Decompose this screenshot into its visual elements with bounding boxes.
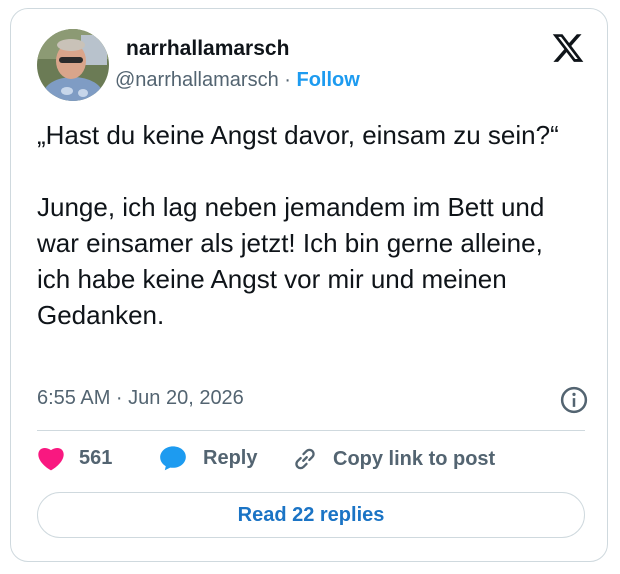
separator-dot: · xyxy=(284,69,291,91)
read-replies-button[interactable]: Read 22 replies xyxy=(37,492,585,538)
divider xyxy=(37,430,585,431)
speech-bubble-icon xyxy=(160,446,186,471)
avatar-image xyxy=(37,29,109,101)
like-count: 561 xyxy=(79,446,113,469)
copy-link-button[interactable]: Copy link to post xyxy=(291,445,495,473)
tweet-card: narrhallamarsch @narrhallamarsch · Follo… xyxy=(10,8,608,562)
heart-icon xyxy=(38,447,64,471)
x-logo-icon[interactable] xyxy=(551,31,585,65)
like-button[interactable]: 561 xyxy=(37,445,112,471)
link-icon xyxy=(295,448,315,470)
timestamp[interactable]: 6:55 AM · Jun 20, 2026 xyxy=(37,387,244,410)
tweet-text: „Hast du keine Angst davor, einsam zu se… xyxy=(37,120,559,330)
handle-row: @narrhallamarsch · Follow xyxy=(115,69,360,92)
copy-link-label: Copy link to post xyxy=(333,447,496,470)
reply-label: Reply xyxy=(203,446,258,469)
info-icon[interactable] xyxy=(559,385,589,415)
reply-button[interactable]: Reply xyxy=(159,445,257,471)
avatar[interactable] xyxy=(37,29,109,101)
follow-button[interactable]: Follow xyxy=(297,69,360,91)
read-replies-label: Read 22 replies xyxy=(237,503,385,526)
display-name[interactable]: narrhallamarsch xyxy=(126,37,289,61)
handle[interactable]: @narrhallamarsch xyxy=(115,69,279,91)
